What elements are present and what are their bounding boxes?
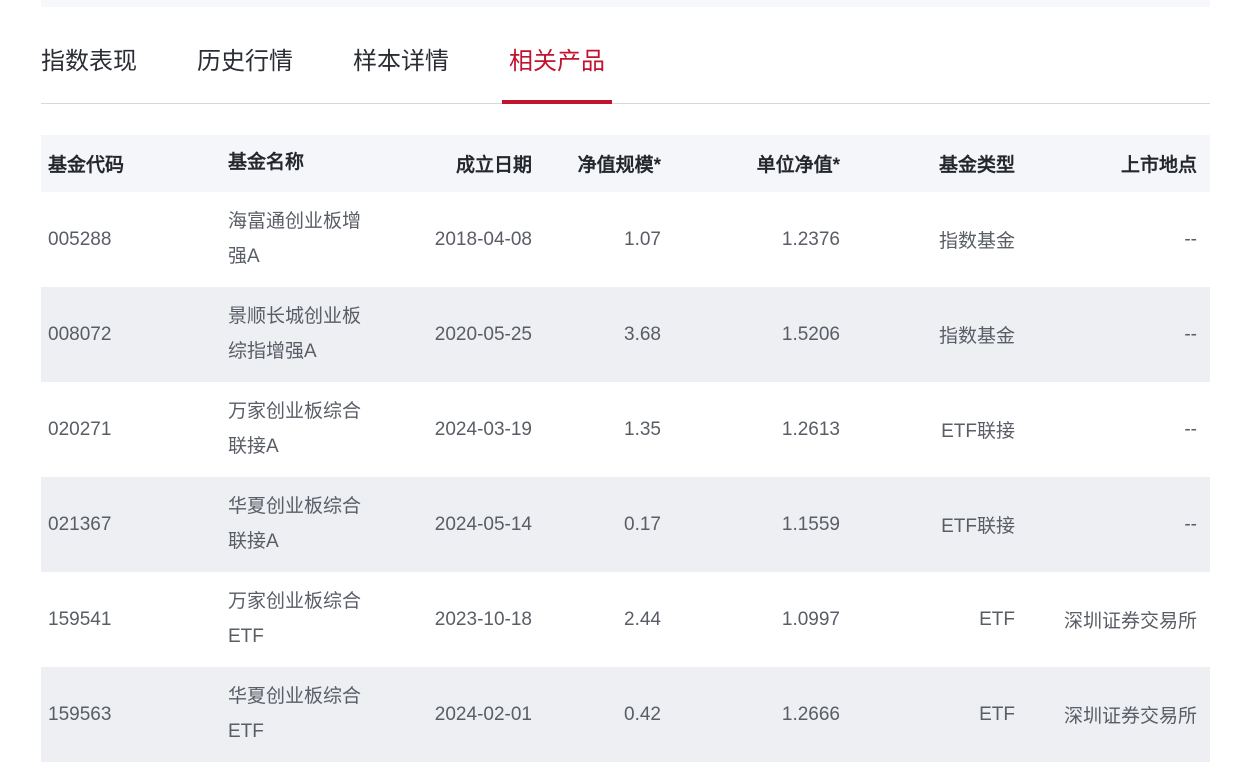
cell-scale: 1.35 — [545, 382, 674, 477]
cell-type: ETF — [853, 667, 1028, 762]
cell-date: 2020-05-25 — [390, 287, 545, 382]
tab-sample-details[interactable]: 样本详情 — [353, 48, 449, 103]
column-header-nav: 单位净值* — [674, 135, 853, 192]
tab-historical-quotes[interactable]: 历史行情 — [197, 48, 293, 103]
table-row: 159541万家创业板综合ETF2023-10-182.441.0997ETF深… — [41, 572, 1210, 667]
table-header-row: 基金代码基金名称成立日期净值规模*单位净值*基金类型上市地点 — [41, 135, 1210, 192]
cell-type: 指数基金 — [853, 192, 1028, 287]
cell-location: 深圳证券交易所 — [1028, 667, 1210, 762]
table-row: 008072景顺长城创业板综指增强A2020-05-253.681.5206指数… — [41, 287, 1210, 382]
cell-type: 指数基金 — [853, 287, 1028, 382]
cell-code: 159563 — [41, 667, 213, 762]
cell-location: -- — [1028, 287, 1210, 382]
column-header-location: 上市地点 — [1028, 135, 1210, 192]
cell-scale: 2.44 — [545, 572, 674, 667]
column-header-scale: 净值规模* — [545, 135, 674, 192]
cell-code: 020271 — [41, 382, 213, 477]
cell-name: 万家创业板综合ETF — [213, 572, 390, 667]
table-row: 020271万家创业板综合联接A2024-03-191.351.2613ETF联… — [41, 382, 1210, 477]
cell-nav: 1.2613 — [674, 382, 853, 477]
cell-type: ETF联接 — [853, 477, 1028, 572]
cell-date: 2018-04-08 — [390, 192, 545, 287]
cell-date: 2024-03-19 — [390, 382, 545, 477]
cell-date: 2024-05-14 — [390, 477, 545, 572]
index-detail-content: 指数表现 历史行情 样本详情 相关产品 基金代码基金名称成立日期净值规模*单位净… — [41, 7, 1210, 762]
tab-index-performance[interactable]: 指数表现 — [41, 48, 137, 103]
table-row: 159563华夏创业板综合ETF2024-02-010.421.2666ETF深… — [41, 667, 1210, 762]
cell-scale: 0.17 — [545, 477, 674, 572]
column-header-date: 成立日期 — [390, 135, 545, 192]
cell-location: -- — [1028, 477, 1210, 572]
cell-type: ETF — [853, 572, 1028, 667]
column-header-name: 基金名称 — [213, 135, 390, 192]
cell-name: 华夏创业板综合ETF — [213, 667, 390, 762]
tab-bar: 指数表现 历史行情 样本详情 相关产品 — [41, 48, 1210, 104]
cell-type: ETF联接 — [853, 382, 1028, 477]
cell-date: 2024-02-01 — [390, 667, 545, 762]
fund-table-body: 005288海富通创业板增强A2018-04-081.071.2376指数基金-… — [41, 192, 1210, 762]
tab-related-products[interactable]: 相关产品 — [509, 48, 605, 103]
cell-nav: 1.1559 — [674, 477, 853, 572]
cell-name: 景顺长城创业板综指增强A — [213, 287, 390, 382]
top-section-strip — [41, 0, 1210, 7]
column-header-type: 基金类型 — [853, 135, 1028, 192]
cell-name: 华夏创业板综合联接A — [213, 477, 390, 572]
table-row: 005288海富通创业板增强A2018-04-081.071.2376指数基金-… — [41, 192, 1210, 287]
cell-code: 159541 — [41, 572, 213, 667]
cell-location: -- — [1028, 382, 1210, 477]
table-row: 021367华夏创业板综合联接A2024-05-140.171.1559ETF联… — [41, 477, 1210, 572]
cell-name: 海富通创业板增强A — [213, 192, 390, 287]
cell-nav: 1.2666 — [674, 667, 853, 762]
cell-scale: 0.42 — [545, 667, 674, 762]
cell-location: -- — [1028, 192, 1210, 287]
cell-code: 008072 — [41, 287, 213, 382]
cell-scale: 1.07 — [545, 192, 674, 287]
cell-nav: 1.2376 — [674, 192, 853, 287]
related-funds-table: 基金代码基金名称成立日期净值规模*单位净值*基金类型上市地点 005288海富通… — [41, 135, 1210, 762]
cell-nav: 1.5206 — [674, 287, 853, 382]
cell-code: 021367 — [41, 477, 213, 572]
cell-location: 深圳证券交易所 — [1028, 572, 1210, 667]
cell-nav: 1.0997 — [674, 572, 853, 667]
cell-code: 005288 — [41, 192, 213, 287]
cell-scale: 3.68 — [545, 287, 674, 382]
column-header-code: 基金代码 — [41, 135, 213, 192]
cell-date: 2023-10-18 — [390, 572, 545, 667]
cell-name: 万家创业板综合联接A — [213, 382, 390, 477]
